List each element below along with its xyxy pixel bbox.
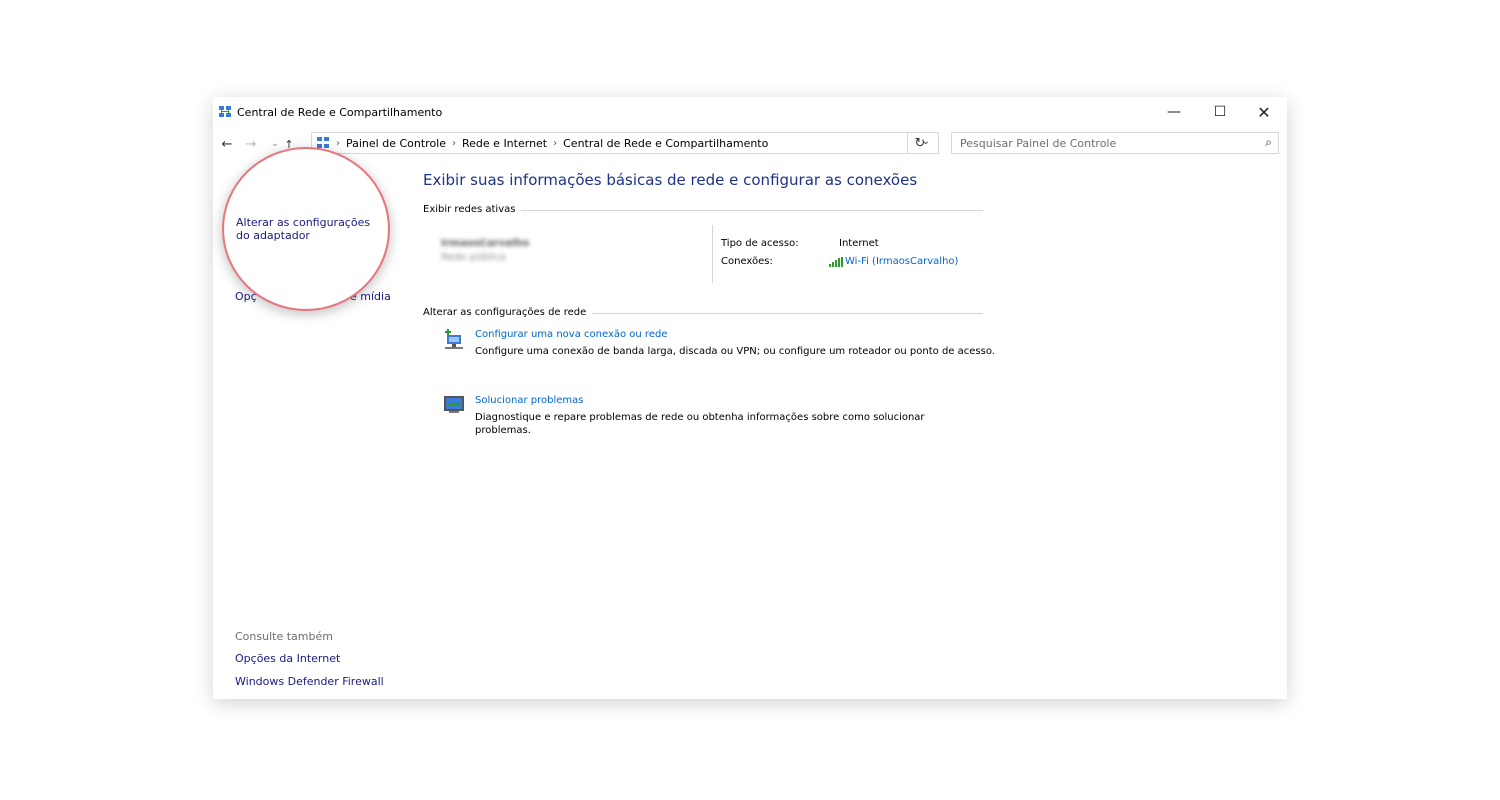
- troubleshoot-description: Diagnostique e repare problemas de rede …: [475, 412, 925, 436]
- see-also-heading: Consulte também: [235, 630, 333, 643]
- title-bar: Central de Rede e Compartilhamento — ☐ ✕: [213, 97, 1287, 127]
- breadcrumb-separator: ›: [452, 137, 457, 149]
- breadcrumb-control-panel[interactable]: Painel de Controle: [346, 137, 446, 150]
- minimize-button[interactable]: —: [1151, 97, 1197, 127]
- wifi-signal-icon: [829, 256, 843, 267]
- back-arrow-icon[interactable]: ←: [217, 134, 237, 154]
- access-type-label: Tipo de acesso:: [721, 238, 799, 249]
- troubleshoot-link[interactable]: Solucionar problemas: [475, 395, 583, 406]
- active-networks-label: Exibir redes ativas: [423, 204, 522, 215]
- network-name: IrmaosCarvalho: [441, 238, 530, 249]
- change-network-settings-label: Alterar as configurações de rede: [423, 307, 593, 318]
- breadcrumb-separator: ›: [336, 137, 340, 149]
- address-bar[interactable]: › Painel de Controle › Rede e Internet ›…: [311, 132, 939, 154]
- network-center-app-icon: [219, 106, 231, 117]
- setup-connection-description: Configure uma conexão de banda larga, di…: [475, 346, 995, 357]
- search-box[interactable]: ⌕: [951, 132, 1279, 154]
- vertical-divider: [712, 225, 713, 283]
- network-type[interactable]: Rede pública: [441, 252, 506, 263]
- zoom-highlight-circle: Alterar as configurações do adaptador: [222, 147, 390, 311]
- forward-arrow-icon[interactable]: →: [241, 134, 261, 154]
- main-content: Exibir suas informações básicas de rede …: [423, 157, 1283, 697]
- access-type-value: Internet: [839, 238, 879, 249]
- connections-label: Conexões:: [721, 256, 773, 267]
- maximize-button[interactable]: ☐: [1197, 97, 1243, 127]
- change-adapter-settings-link[interactable]: Alterar as configurações do adaptador: [236, 216, 386, 242]
- search-icon[interactable]: ⌕: [1265, 135, 1272, 150]
- wifi-connection-label: Wi-Fi (IrmaosCarvalho): [845, 256, 959, 267]
- close-button[interactable]: ✕: [1241, 97, 1287, 127]
- navigation-bar: ← → ⌄ ↑ › Painel de Controle › Rede e In…: [213, 131, 1287, 157]
- page-heading: Exibir suas informações básicas de rede …: [423, 171, 918, 189]
- troubleshoot-icon: [444, 396, 464, 413]
- wifi-connection-link[interactable]: Wi-Fi (IrmaosCarvalho): [829, 256, 958, 267]
- breadcrumb-separator: ›: [553, 137, 558, 149]
- breadcrumb-network-internet[interactable]: Rede e Internet: [462, 137, 547, 150]
- breadcrumb-network-center[interactable]: Central de Rede e Compartilhamento: [563, 137, 768, 150]
- sidebar-link-internet-options[interactable]: Opções da Internet: [235, 652, 340, 665]
- search-input[interactable]: [958, 136, 1252, 151]
- refresh-icon[interactable]: ↻: [907, 133, 932, 153]
- setup-connection-link[interactable]: Configurar uma nova conexão ou rede: [475, 329, 667, 340]
- new-connection-icon: [445, 329, 463, 349]
- window-title: Central de Rede e Compartilhamento: [237, 106, 443, 119]
- sidebar-link-windows-firewall[interactable]: Windows Defender Firewall: [235, 675, 384, 688]
